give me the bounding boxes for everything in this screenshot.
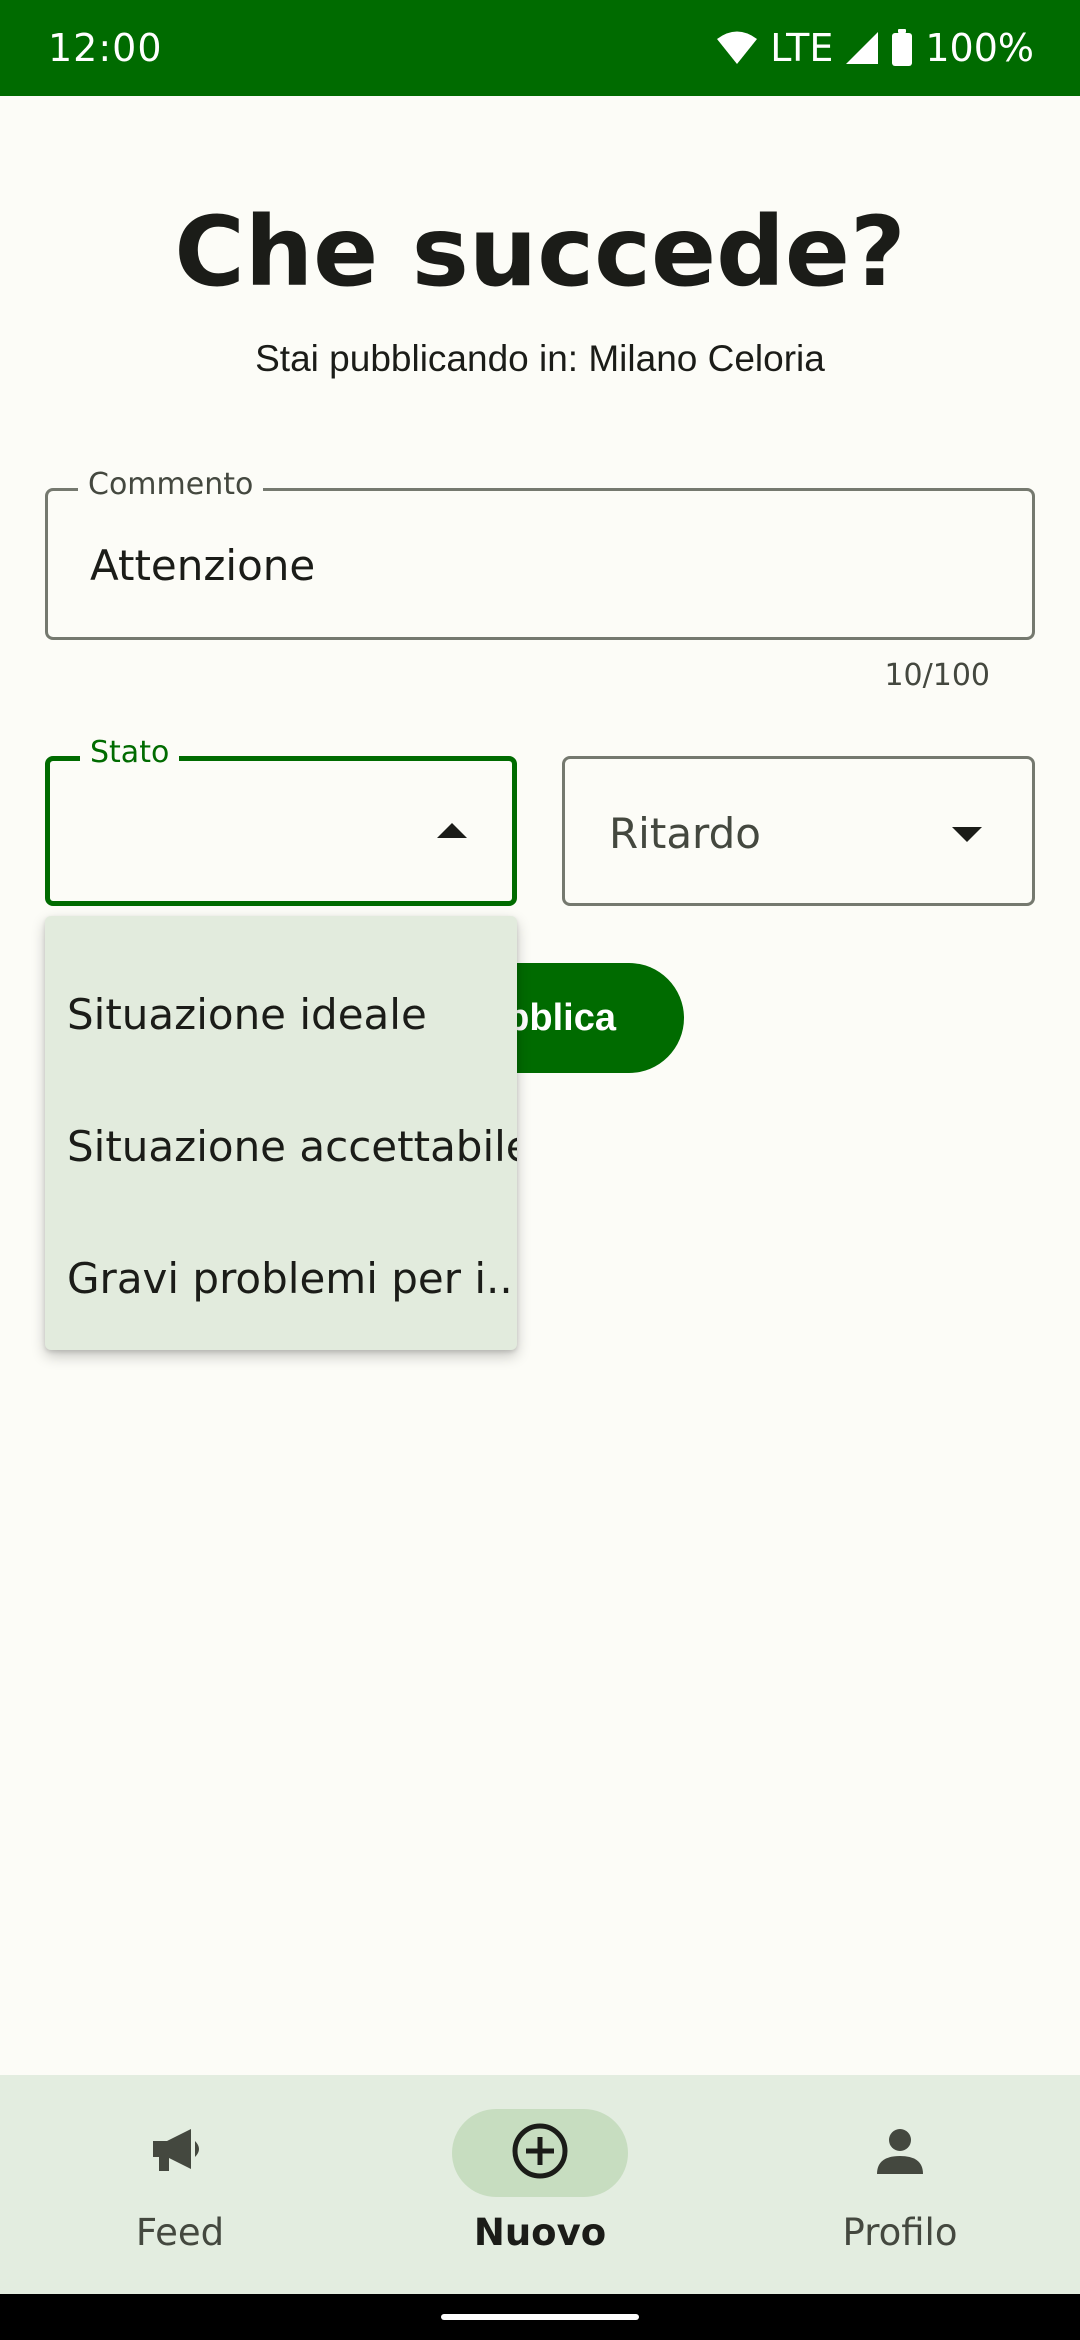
menu-item-situazione-accettabile[interactable]: Situazione accettabile — [45, 1080, 517, 1212]
nav-profilo-icon-container — [812, 2109, 988, 2197]
nav-nuovo-icon-container — [452, 2109, 628, 2197]
menu-item-situazione-ideale[interactable]: Situazione ideale — [45, 948, 517, 1080]
comment-label: Commento — [78, 467, 264, 502]
screen: 12:00 LTE 100% Che succede? Stai pubblic… — [0, 0, 1080, 2340]
person-icon — [875, 2126, 925, 2181]
nav-label-feed: Feed — [135, 2211, 225, 2254]
comment-field[interactable]: Commento Attenzione — [45, 467, 1035, 640]
stato-dropdown[interactable]: Stato — [45, 735, 517, 906]
nav-label-profilo: Profilo — [842, 2211, 958, 2254]
nav-item-feed[interactable]: Feed — [0, 2075, 360, 2294]
status-indicators: LTE 100% — [716, 26, 1034, 70]
signal-icon — [845, 31, 879, 65]
network-type: LTE — [770, 26, 834, 70]
nav-item-nuovo[interactable]: Nuovo — [360, 2075, 720, 2294]
menu-item-gravi-problemi[interactable]: Gravi problemi per i.. — [45, 1212, 517, 1344]
battery-icon — [891, 29, 913, 67]
stato-label: Stato — [80, 735, 180, 770]
system-gesture-bar — [0, 2294, 1080, 2340]
page-subtitle: Stai pubblicando in: Milano Celoria — [255, 338, 825, 379]
nav-feed-icon-container — [92, 2109, 268, 2197]
megaphone-icon — [151, 2127, 209, 2180]
stato-dropdown-menu: Situazione ideale Situazione accettabile… — [45, 916, 517, 1350]
page-title: Che succede? — [174, 196, 906, 308]
ritardo-dropdown[interactable]: Ritardo — [562, 756, 1035, 906]
wifi-icon — [716, 30, 758, 66]
status-time: 12:00 — [48, 26, 163, 70]
caret-down-icon — [952, 827, 982, 842]
character-counter: 10/100 — [884, 658, 990, 693]
caret-up-icon — [437, 823, 467, 838]
add-circle-icon — [511, 2122, 569, 2185]
nav-label-nuovo: Nuovo — [473, 2211, 607, 2254]
ritardo-value: Ritardo — [609, 809, 761, 858]
comment-input[interactable]: Attenzione — [90, 541, 315, 590]
gesture-handle[interactable] — [441, 2314, 639, 2320]
status-bar: 12:00 LTE 100% — [0, 0, 1080, 96]
bottom-navigation: Feed Nuovo Profilo — [0, 2075, 1080, 2294]
nav-item-profilo[interactable]: Profilo — [720, 2075, 1080, 2294]
battery-level: 100% — [925, 26, 1034, 70]
